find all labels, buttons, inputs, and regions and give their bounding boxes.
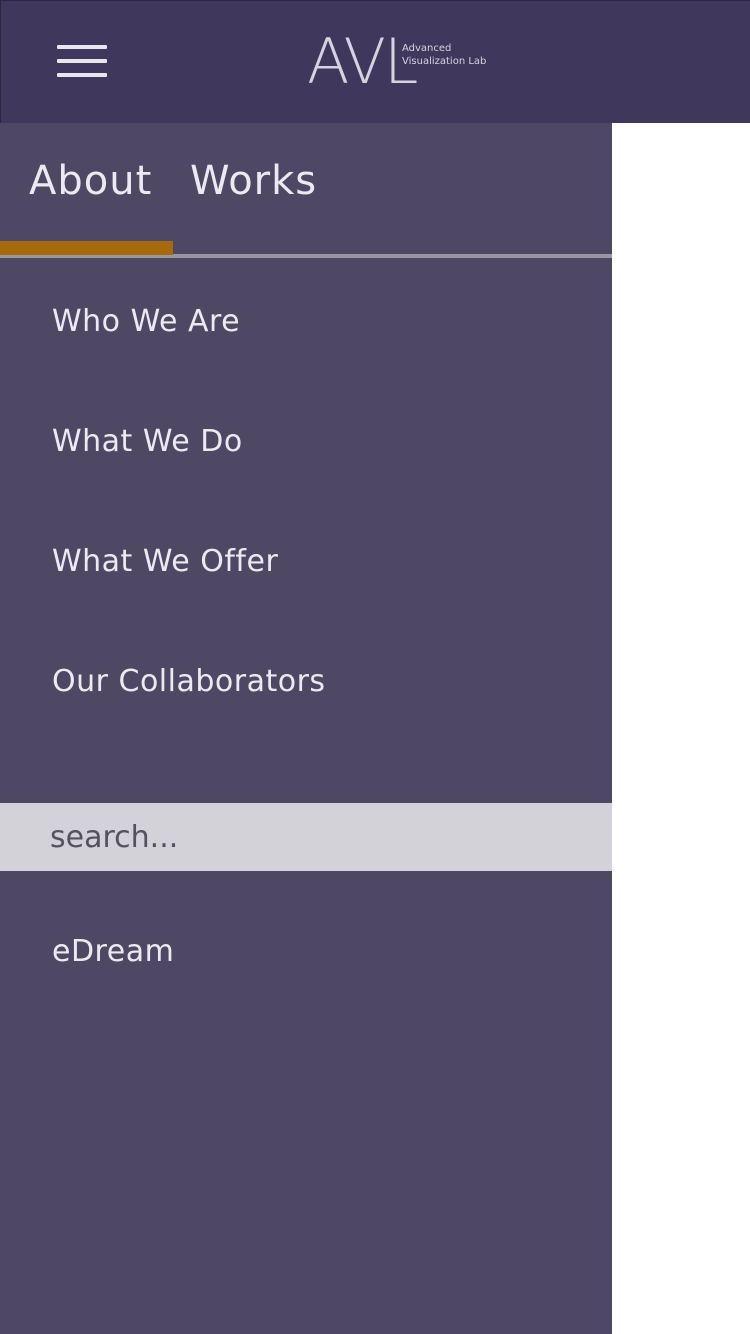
- hamburger-line: [57, 73, 107, 77]
- menu-item-our-collaborators[interactable]: Our Collaborators: [52, 662, 326, 702]
- drawer-tabs: About Works: [0, 123, 612, 258]
- avl-logo[interactable]: AVL Advanced Visualization Lab: [307, 31, 507, 93]
- search-input[interactable]: [0, 803, 612, 871]
- search-bar: [0, 803, 612, 871]
- logo-mark: AVL: [307, 25, 418, 98]
- hamburger-menu-icon[interactable]: [57, 45, 107, 79]
- menu-item-what-we-do[interactable]: What We Do: [52, 422, 243, 462]
- navigation-drawer: About Works Who We Are What We Do What W…: [0, 123, 612, 1334]
- menu-item-who-we-are[interactable]: Who We Are: [52, 302, 240, 342]
- logo-subtitle-line1: Advanced: [402, 43, 452, 54]
- menu-item-what-we-offer[interactable]: What We Offer: [52, 542, 278, 582]
- hamburger-line: [57, 59, 107, 63]
- tab-about[interactable]: About: [29, 157, 152, 205]
- hamburger-line: [57, 45, 107, 49]
- tab-works[interactable]: Works: [190, 157, 317, 205]
- logo-subtitle-line2: Visualization Lab: [402, 56, 487, 67]
- menu-item-edream[interactable]: eDream: [52, 932, 174, 972]
- logo-subtitle: Advanced Visualization Lab: [402, 42, 486, 68]
- app-header: AVL Advanced Visualization Lab: [0, 0, 750, 123]
- active-tab-indicator: [0, 241, 173, 255]
